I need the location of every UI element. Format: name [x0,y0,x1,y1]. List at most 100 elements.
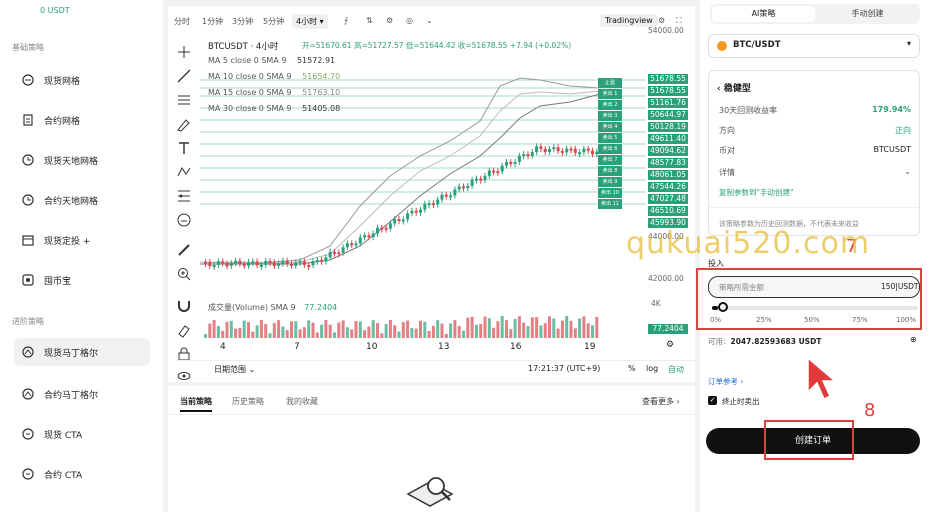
grid-price-label: 50128.19 [648,122,688,132]
emoji-icon[interactable] [176,212,192,228]
hlines-icon[interactable] [176,92,192,108]
tab-current-strategy[interactable]: 当前策略 [180,396,212,412]
row-details[interactable]: 详情 ⌄ [719,167,911,178]
indicator-icon[interactable]: ⨍ [344,16,348,25]
volume-bar [393,325,397,338]
volume-bar [350,329,354,338]
volume-bar [582,316,586,338]
view-more-link[interactable]: 查看更多 › [642,396,680,407]
stop-sell-checkbox[interactable]: ✓ [708,396,717,405]
volume-bar [380,333,384,338]
sidebar-item-spot-martingale[interactable]: 现货马丁格尔 [14,338,150,366]
volume-bar [414,328,418,338]
candle-body [431,203,435,206]
sidebar-item-futures-range-grid[interactable]: 合约天地网格 [14,186,150,214]
candle-body [311,261,315,266]
sidebar-item-futures-grid[interactable]: 合约网格 [14,106,150,134]
candle-body [548,149,551,153]
volume-bar [204,334,207,338]
volume-bar [401,322,405,338]
eraser-icon[interactable] [176,322,192,338]
sidebar-item-label: 现货 CTA [44,430,83,441]
fib-icon[interactable] [176,188,192,204]
candle-body [526,154,530,157]
crosshair-icon[interactable] [176,44,192,60]
candle-body [474,178,478,181]
volume-bar [569,320,573,338]
volume-bar [358,321,362,338]
fullscreen-icon[interactable]: ⛶ [676,16,682,26]
tab-history-strategy[interactable]: 历史策略 [232,396,264,407]
sidebar-item-spot-cta[interactable]: 现货 CTA [14,420,150,448]
brush-icon[interactable] [176,116,192,132]
candlestick-chart[interactable] [200,46,646,336]
tf-1m[interactable]: 1分钟 [202,16,223,27]
volume-value: 77.2404 [304,303,338,312]
volume-bar [479,323,483,338]
pattern-icon[interactable] [176,164,192,180]
candle-body [204,262,207,264]
percent-toggle[interactable]: % [628,364,636,373]
volume-bar [307,320,311,338]
pair-select[interactable]: BTC/USDT ▾ [708,34,920,58]
magnet-icon[interactable] [176,298,192,314]
sidebar-item-spot-dca[interactable]: 现货定投 + [14,226,150,254]
volume-bar [496,321,500,338]
order-reference-link[interactable]: 订单参考 › [708,376,743,387]
stop-sell-label: 终止时卖出 [722,397,760,406]
chevron-down-icon[interactable]: ⌄ [426,16,433,25]
date-range-dropdown[interactable]: 日期范围 ⌄ [214,364,255,375]
sidebar-item-spot-grid[interactable]: 现货网格 [14,66,150,94]
volume-bar [548,316,551,338]
eye-icon[interactable] [176,368,192,384]
grid-level-tag: 卖出 10 [598,188,622,198]
volume-bar [423,321,427,338]
sidebar-item-spot-range-grid[interactable]: 现货天地网格 [14,146,150,174]
tf-5m[interactable]: 5分钟 [263,16,284,27]
highlight-box-step7 [696,268,922,330]
settings-icon[interactable]: ⚙ [658,16,665,25]
profile-title[interactable]: ‹ 稳健型 [717,81,751,94]
sidebar-item-futures-cta[interactable]: 合约 CTA [14,460,150,488]
volume-bar [474,324,478,338]
volume-bar [354,321,358,338]
grid-price-label: 51678.55 [648,86,688,96]
tab-manual-create[interactable]: 手动创建 [817,6,918,22]
auto-toggle[interactable]: 自动 [668,364,684,375]
volume-bar [341,320,345,338]
sidebar: 0 USDT 基础策略 现货网格 合约网格 现货天地网格 合约天地网格 现货定投… [0,0,163,512]
tf-time[interactable]: 分时 [174,16,190,27]
copy-params-link[interactable]: 复制参数到"手动创建" [719,187,793,198]
volume-bar [522,322,526,338]
candle-body [419,209,422,213]
ruler-icon[interactable] [176,242,192,258]
candle-body [414,210,418,213]
log-toggle[interactable]: log [646,364,658,373]
text-icon[interactable] [176,140,192,156]
camera-icon[interactable]: ◎ [406,16,413,25]
zoom-in-icon[interactable] [176,266,192,282]
candle-body [569,148,573,151]
volume-bar [345,327,349,338]
candle-body [272,262,276,266]
candle-body [556,147,560,152]
volume-bar [238,327,242,338]
transfer-icon[interactable]: ⊕ [910,335,917,344]
compare-icon[interactable]: ⇅ [366,16,373,25]
tab-ai-strategy[interactable]: AI策略 [712,6,815,22]
volume-bar [591,325,594,338]
tab-favorites[interactable]: 我的收藏 [286,396,318,407]
section-basic: 基础策略 [12,43,44,52]
tf-4h[interactable]: 4小时 ▾ [292,14,328,29]
volume-label: 成交量(Volume) SMA 9 [208,303,296,312]
grid-price-label: 49611.40 [648,134,688,144]
volume-bar [427,330,431,338]
sidebar-item-futures-martingale[interactable]: 合约马丁格尔 [14,380,150,408]
sidebar-item-coin-vault[interactable]: 囤币宝 [14,266,150,294]
tf-3m[interactable]: 3分钟 [232,16,253,27]
volume-bar [328,324,332,338]
gear-icon[interactable]: ⚙ [666,340,674,350]
trendline-icon[interactable] [176,68,192,84]
settings-icon[interactable]: ⚙ [386,16,393,25]
candle-body [345,243,349,248]
